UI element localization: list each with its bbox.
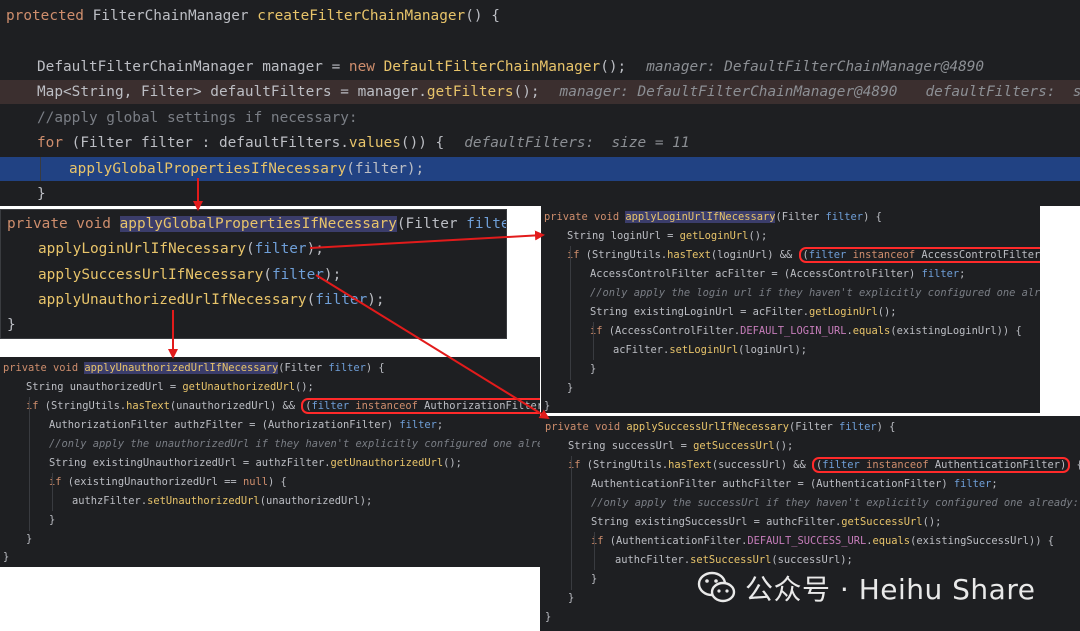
code-line[interactable]: String existingLoginUrl = acFilter.getLo… [541, 303, 1040, 322]
inline-debug-hint: defaultFilters: size = 11 [464, 135, 690, 151]
code-line[interactable]: if (existingUnauthorizedUrl == null) { [0, 473, 540, 492]
indent-guide [40, 157, 41, 181]
watermark-text: 公众号 · Heihu Share [745, 573, 1036, 606]
code-line-current[interactable]: Map<String, Filter> defaultFilters = man… [0, 80, 1080, 104]
inline-debug-hint: manager: DefaultFilterChainManager@4890 [559, 84, 898, 100]
code-line[interactable]: protected FilterChainManager createFilte… [6, 4, 1080, 28]
code-line[interactable]: if (StringUtils.hasText(unauthorizedUrl)… [0, 397, 540, 416]
code-line[interactable]: } [0, 530, 540, 549]
code-line[interactable]: } [541, 360, 1040, 379]
indent-guide [29, 397, 30, 531]
instanceof-highlight-box: (filter instanceof AuthenticationFilter) [812, 457, 1071, 473]
code-line[interactable]: applySuccessUrlIfNecessary(filter); [1, 262, 506, 288]
code-line[interactable]: if (StringUtils.hasText(loginUrl) && (fi… [541, 246, 1040, 265]
wechat-icon [697, 571, 737, 605]
instanceof-highlight-box: (filter instanceof AccessControlFilter) [798, 247, 1040, 263]
code-line[interactable]: } [7, 312, 506, 338]
code-line[interactable]: String existingUnauthorizedUrl = authzFi… [0, 454, 540, 473]
code-line[interactable]: if (AccessControlFilter.DEFAULT_LOGIN_UR… [541, 322, 1040, 341]
method-popup-apply-global: private void applyGlobalPropertiesIfNece… [0, 209, 507, 339]
editor-main-panel: protected FilterChainManager createFilte… [0, 0, 1080, 206]
code-line[interactable]: String successUrl = getSuccessUrl(); [540, 437, 1080, 456]
code-line[interactable]: } [0, 511, 540, 530]
code-line[interactable]: AccessControlFilter acFilter = (AccessCo… [541, 265, 1040, 284]
code-line[interactable]: DefaultFilterChainManager manager = new … [0, 55, 1080, 79]
indent-guide [593, 322, 594, 360]
code-line[interactable]: acFilter.setLoginUrl(loginUrl); [541, 341, 1040, 360]
code-line-highlighted[interactable]: applyGlobalPropertiesIfNecessary(filter)… [0, 157, 1080, 181]
code-line[interactable]: } [0, 182, 1080, 206]
code-line[interactable]: } [545, 608, 1080, 627]
indent-guide [594, 532, 595, 570]
code-line[interactable]: authzFilter.setUnauthorizedUrl(unauthori… [0, 492, 540, 511]
code-line[interactable]: private void applySuccessUrlIfNecessary(… [545, 418, 1080, 437]
method-panel-apply-login-url: private void applyLoginUrlIfNecessary(Fi… [541, 206, 1040, 413]
code-line[interactable]: String existingSuccessUrl = authcFilter.… [540, 513, 1080, 532]
code-line[interactable]: applyLoginUrlIfNecessary(filter); [1, 236, 506, 262]
code-line[interactable]: String loginUrl = getLoginUrl(); [541, 227, 1040, 246]
indent-guide [570, 246, 571, 380]
indent-guide [571, 456, 572, 590]
code-line[interactable]: if (StringUtils.hasText(successUrl) && (… [540, 456, 1080, 475]
code-line[interactable]: AuthorizationFilter authzFilter = (Autho… [0, 416, 540, 435]
code-line[interactable]: //only apply the login url if they haven… [541, 284, 1040, 303]
method-panel-apply-unauthorized-url: private void applyUnauthorizedUrlIfNeces… [0, 357, 540, 567]
code-line[interactable]: //only apply the successUrl if they have… [540, 494, 1080, 513]
code-line[interactable]: } [544, 397, 1040, 413]
indent-guide [52, 473, 53, 511]
code-line[interactable]: private void applyUnauthorizedUrlIfNeces… [3, 359, 540, 378]
code-line[interactable]: applyUnauthorizedUrlIfNecessary(filter); [1, 287, 506, 313]
inline-debug-hint: defaultFilters: size = 11 [925, 84, 1080, 100]
code-line[interactable]: for (Filter filter : defaultFilters.valu… [0, 131, 1080, 155]
code-line[interactable]: String unauthorizedUrl = getUnauthorized… [0, 378, 540, 397]
instanceof-highlight-box: (filter instanceof AuthorizationFilter) [301, 398, 540, 414]
code-line[interactable]: private void applyLoginUrlIfNecessary(Fi… [544, 208, 1040, 227]
code-line[interactable]: //apply global settings if necessary: [0, 106, 1080, 130]
code-line[interactable]: private void applyGlobalPropertiesIfNece… [7, 211, 506, 237]
code-line[interactable]: if (AuthenticationFilter.DEFAULT_SUCCESS… [540, 532, 1080, 551]
inline-debug-hint: manager: DefaultFilterChainManager@4890 [646, 59, 985, 75]
code-line[interactable]: } [3, 548, 540, 567]
watermark: 公众号 · Heihu Share [697, 566, 1035, 610]
code-line[interactable]: //only apply the unauthorizedUrl if they… [0, 435, 540, 454]
code-line[interactable]: } [541, 379, 1040, 398]
code-line[interactable]: AuthenticationFilter authcFilter = (Auth… [540, 475, 1080, 494]
